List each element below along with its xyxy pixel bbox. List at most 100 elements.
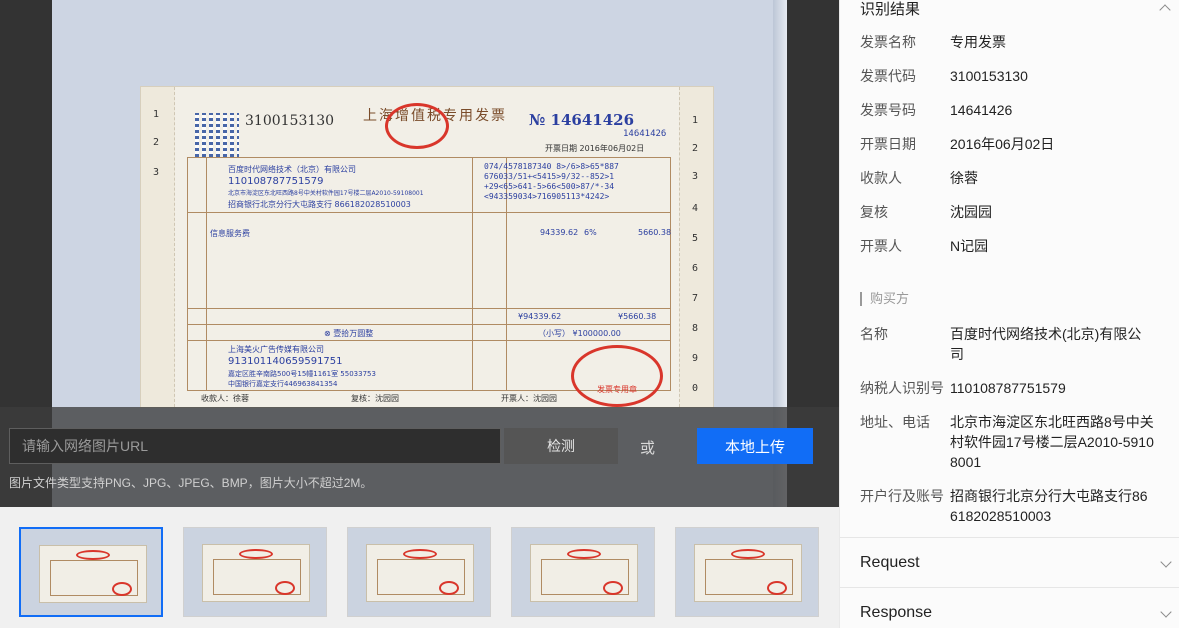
right-number: 1 [692,115,699,126]
sample-thumbnail-3[interactable] [347,527,491,617]
grid-line [188,324,670,325]
request-accordion[interactable]: Request [840,537,1179,587]
field-value: 沈园园 [950,204,992,220]
sample-thumbnail-4[interactable] [511,527,655,617]
field-key: 开票人 [860,238,902,254]
grid-line [472,158,473,390]
thumb-seal [239,549,273,559]
field-key: 发票代码 [860,68,916,84]
thumb-stamp [112,582,132,596]
seller-stamp: 发票专用章 [571,345,663,407]
chevron-up-icon[interactable] [1159,4,1171,16]
field-value: 110108787751579 [950,380,1066,396]
local-upload-button[interactable]: 本地上传 [697,428,813,464]
grid-line [206,158,207,390]
total-in-words: ⊗ 壹拾万圆整 [324,329,374,338]
sample-thumbnail-5[interactable] [675,527,819,617]
buyer-tax-id: 110108787751579 [228,176,324,187]
thumb-seal [567,549,601,559]
invoice-code: 3100153130 [245,113,335,129]
item-name: 信息服务费 [210,229,250,238]
field-key: 收款人 [860,170,902,186]
grid-line [188,308,670,309]
right-number: 5 [692,233,699,244]
field-value: 北京市海淀区东北旺西路8号中关村软件园17号楼二层A2010-59108001 [950,414,1154,470]
thumb-paper [694,544,802,602]
sample-thumbnail-2[interactable] [183,527,327,617]
seller-bank: 中国银行嘉定支行446963841354 [228,380,338,388]
field-key: 发票名称 [860,34,916,50]
thumb-paper [39,545,147,603]
grid-line [188,212,670,213]
field-key: 开户行及账号 [860,488,944,504]
thumb-paper [202,544,310,602]
field-key: 纳税人识别号 [860,380,944,396]
response-accordion[interactable]: Response [840,587,1179,637]
item-rate: 6% [584,228,597,237]
field-value: 2016年06月02日 [950,136,1055,152]
sample-thumbnails [0,507,839,628]
thumb-stamp [767,581,787,595]
item-amount: 94339.62 [540,228,579,237]
image-url-input[interactable] [9,428,501,464]
issuer-label: 开票人：沈园园 [501,394,557,403]
seller-address: 嘉定区胜辛南路500号15幢1161室 55033753 [228,370,376,378]
grid-line [188,340,670,341]
url-upload-bar: 检测 或 本地上传 图片文件类型支持PNG、JPG、JPEG、BMP，图片大小不… [0,407,839,507]
invoice-paper: 1 2 3 1 2 3 4 5 6 7 8 9 0 3100153130 上海增… [140,86,714,408]
right-number: 0 [692,383,699,394]
left-number: 2 [153,137,160,148]
field-key: 名称 [860,326,888,342]
right-number: 8 [692,323,699,334]
buyer-name: 百度时代网络技术（北京）有限公司 [228,165,356,174]
buyer-bank: 招商银行北京分行大屯路支行 866182028510003 [228,200,411,209]
or-label: 或 [640,440,656,457]
right-number: 9 [692,353,699,364]
right-number: 2 [692,143,699,154]
buyer-section-title: 购买方 [860,292,909,306]
detect-button[interactable]: 检测 [504,428,618,464]
total-tax: ¥5660.38 [618,312,657,321]
right-number: 4 [692,203,699,214]
field-key: 发票号码 [860,102,916,118]
checker-label: 复核：沈园园 [351,394,399,403]
results-title: 识别结果 [860,1,921,18]
right-number: 3 [692,171,699,182]
field-key: 开票日期 [860,136,916,152]
right-number: 6 [692,263,699,274]
seller-name: 上海美火广告传媒有限公司 [228,345,324,354]
field-value: 专用发票 [950,34,1006,50]
chevron-down-icon [1160,606,1172,618]
qr-code-icon [195,113,239,157]
thumb-paper [530,544,638,602]
item-tax: 5660.38 [638,228,672,237]
chevron-down-icon [1160,556,1172,568]
thumb-seal [731,549,765,559]
right-number: 7 [692,293,699,304]
field-key: 复核 [860,204,888,220]
field-value: 14641426 [950,102,1013,118]
seller-tax-id: 913101140659591751 [228,356,343,367]
field-value: 百度时代网络技术(北京)有限公司 [950,326,1142,362]
thumb-paper [366,544,474,602]
thumb-seal [403,549,437,559]
field-value: 3100153130 [950,68,1028,84]
image-viewer: 1 2 3 1 2 3 4 5 6 7 8 9 0 3100153130 上海增… [0,0,839,507]
tractor-holes-right: 1 2 3 4 5 6 7 8 9 0 [679,87,713,407]
total-small: （小写） ¥100000.00 [538,329,621,338]
invoice-number: № 14641426 [529,111,634,129]
thumb-stamp [275,581,295,595]
response-label: Response [860,604,933,621]
number-mark: № [529,111,546,129]
left-number: 3 [153,167,160,178]
field-value: 徐蓉 [950,170,978,186]
invoice-date: 开票日期 2016年06月02日 [545,144,645,153]
field-key: 地址、电话 [860,414,930,430]
sample-thumbnail-1[interactable] [19,527,163,617]
thumb-stamp [603,581,623,595]
tractor-holes-left: 1 2 3 [141,87,175,407]
invoice-number-small: 14641426 [623,129,667,139]
cipher-area: 074/4578187340 8>/6>8>65*887 676033/51+<… [484,162,619,201]
file-type-hint: 图片文件类型支持PNG、JPG、JPEG、BMP，图片大小不超过2M。 [9,476,373,490]
payee-label: 收款人：徐蓉 [201,394,249,403]
